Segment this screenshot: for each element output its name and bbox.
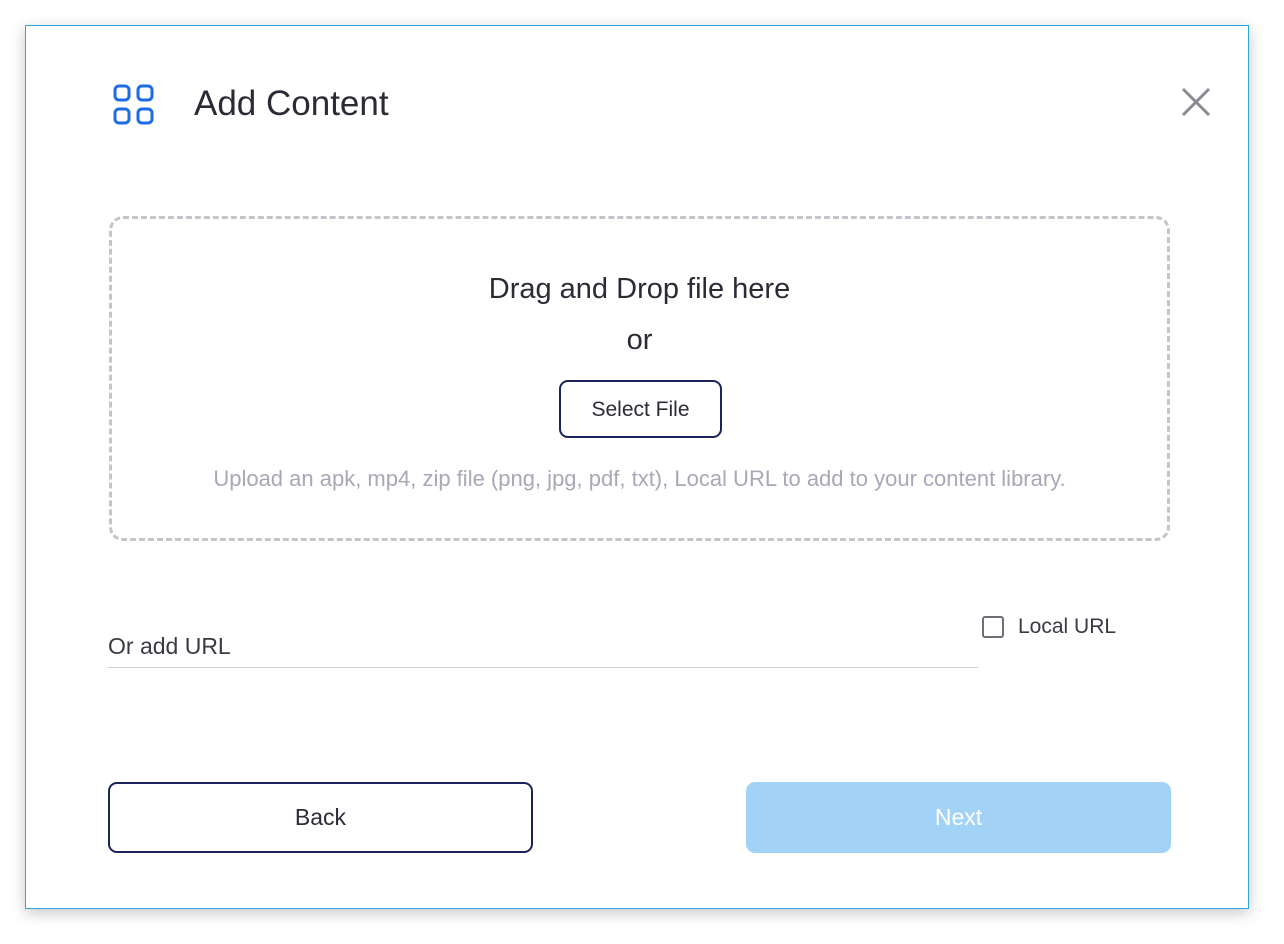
- local-url-label: Local URL: [1018, 615, 1117, 638]
- select-file-button[interactable]: Select File: [559, 380, 722, 438]
- url-input[interactable]: [108, 626, 978, 668]
- dropzone-or-separator: or: [626, 324, 653, 356]
- dialog-title: Add Content: [194, 84, 389, 123]
- checkbox-box[interactable]: [982, 616, 1004, 638]
- local-url-checkbox[interactable]: Local URL: [982, 613, 1116, 641]
- close-icon[interactable]: [1178, 84, 1214, 120]
- add-content-dialog: Add Content Drag and Drop file here or S…: [25, 25, 1249, 909]
- back-button[interactable]: Back: [108, 782, 533, 853]
- next-button[interactable]: Next: [746, 782, 1171, 853]
- grid-icon: [112, 83, 156, 127]
- file-dropzone[interactable]: Drag and Drop file here or Select File U…: [109, 216, 1170, 541]
- dropzone-headline: Drag and Drop file here: [488, 273, 791, 305]
- dropzone-hint: Upload an apk, mp4, zip file (png, jpg, …: [213, 466, 1066, 491]
